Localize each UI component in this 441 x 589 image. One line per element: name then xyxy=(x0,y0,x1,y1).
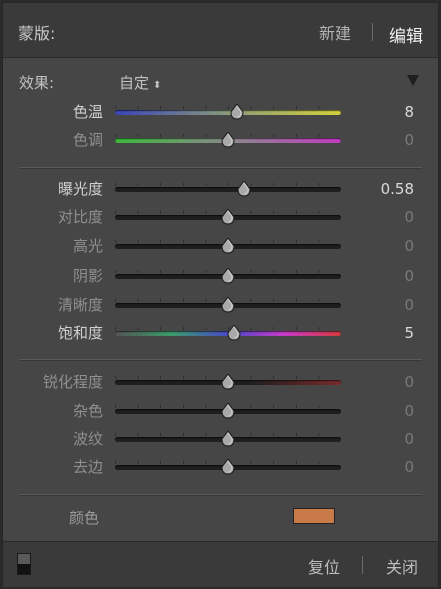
reset-button[interactable]: 复位 xyxy=(308,554,340,578)
slider-thumb-icon[interactable] xyxy=(221,431,235,447)
effect-preset-value: 自定 xyxy=(119,74,150,92)
slider-row: 色温 8 xyxy=(3,98,438,126)
slider-thumb-icon[interactable] xyxy=(221,268,235,284)
slider-label: 对比度 xyxy=(57,208,103,226)
slider-row: 杂色 0 xyxy=(3,397,438,425)
panel-on-off-toggle-icon[interactable] xyxy=(17,553,31,575)
color-label: 颜色 xyxy=(69,509,100,527)
slider-value[interactable]: 0 xyxy=(354,397,414,425)
slider-value[interactable]: 0 xyxy=(354,453,414,481)
panel-footer: 复位 关闭 xyxy=(3,541,438,587)
slider-row: 清晰度 0 xyxy=(3,291,438,319)
slider-value[interactable]: 0 xyxy=(354,425,414,453)
slider-value[interactable]: 5 xyxy=(354,319,414,347)
slider-row: 高光 0 xyxy=(3,232,438,260)
slider-track[interactable] xyxy=(115,187,341,192)
slider-row: 饱和度 5 xyxy=(3,319,438,347)
slider-ticks xyxy=(115,183,341,186)
slider-value[interactable]: 0.58 xyxy=(354,175,414,203)
effect-label: 效果: xyxy=(19,74,55,92)
slider-thumb-icon[interactable] xyxy=(221,297,235,313)
updown-arrows-icon: ⬍ xyxy=(153,80,162,91)
slider-thumb-icon[interactable] xyxy=(221,403,235,419)
slider-row: 对比度 0 xyxy=(3,203,438,231)
slider-row: 色调 0 xyxy=(3,126,438,154)
slider-track[interactable] xyxy=(115,110,341,115)
slider-thumb-icon[interactable] xyxy=(221,132,235,148)
adjustment-content: 效果: 自定 ⬍ 色温 8 色调 0 曝光度 0.58 对比度 0 高光 0 阴影 0 清晰度 0 饱和度 5 锐… xyxy=(3,58,438,541)
slider-label: 去边 xyxy=(72,458,103,476)
section-divider xyxy=(19,494,422,496)
slider-thumb-icon[interactable] xyxy=(227,325,241,341)
slider-thumb-icon[interactable] xyxy=(230,104,244,120)
slider-label: 阴影 xyxy=(72,267,103,285)
slider-value[interactable]: 0 xyxy=(354,203,414,231)
slider-value[interactable]: 0 xyxy=(354,291,414,319)
slider-label: 锐化程度 xyxy=(42,373,103,391)
collapse-triangle-icon[interactable] xyxy=(407,75,419,86)
slider-label: 色温 xyxy=(72,103,103,121)
slider-value[interactable]: 8 xyxy=(354,98,414,126)
slider-thumb-icon[interactable] xyxy=(237,181,251,197)
new-mask-button[interactable]: 新建 xyxy=(319,20,351,44)
effect-preset-dropdown[interactable]: 自定 ⬍ xyxy=(119,72,161,93)
section-divider xyxy=(19,167,422,169)
slider-value[interactable]: 0 xyxy=(354,368,414,396)
slider-row: 阴影 0 xyxy=(3,262,438,290)
slider-value[interactable]: 0 xyxy=(354,262,414,290)
slider-label: 清晰度 xyxy=(57,296,103,314)
edit-mask-button[interactable]: 编辑 xyxy=(389,22,423,47)
slider-thumb-icon[interactable] xyxy=(221,374,235,390)
slider-label: 高光 xyxy=(72,237,103,255)
header-separator xyxy=(372,23,373,41)
slider-row: 锐化程度 0 xyxy=(3,368,438,396)
mask-header: 蒙版: 新建 编辑 xyxy=(3,3,438,58)
slider-thumb-icon[interactable] xyxy=(221,209,235,225)
section-divider xyxy=(19,359,422,361)
slider-label: 杂色 xyxy=(72,402,103,420)
slider-thumb-icon[interactable] xyxy=(221,238,235,254)
slider-row: 曝光度 0.58 xyxy=(3,175,438,203)
slider-label: 曝光度 xyxy=(57,180,103,198)
slider-value[interactable]: 0 xyxy=(354,232,414,260)
color-swatch[interactable] xyxy=(293,508,335,524)
footer-separator xyxy=(362,556,363,574)
adjustment-brush-panel: 蒙版: 新建 编辑 效果: 自定 ⬍ 色温 8 色调 0 曝光度 0.58 对比度 0 高光 0 阴影… xyxy=(2,2,439,587)
slider-ticks xyxy=(115,106,341,109)
slider-value[interactable]: 0 xyxy=(354,126,414,154)
slider-label: 波纹 xyxy=(72,430,103,448)
slider-row: 去边 0 xyxy=(3,453,438,481)
close-button[interactable]: 关闭 xyxy=(386,554,418,578)
slider-label: 色调 xyxy=(72,131,103,149)
slider-row: 波纹 0 xyxy=(3,425,438,453)
mask-title: 蒙版: xyxy=(18,24,56,43)
slider-thumb-icon[interactable] xyxy=(221,459,235,475)
slider-label: 饱和度 xyxy=(57,324,103,342)
